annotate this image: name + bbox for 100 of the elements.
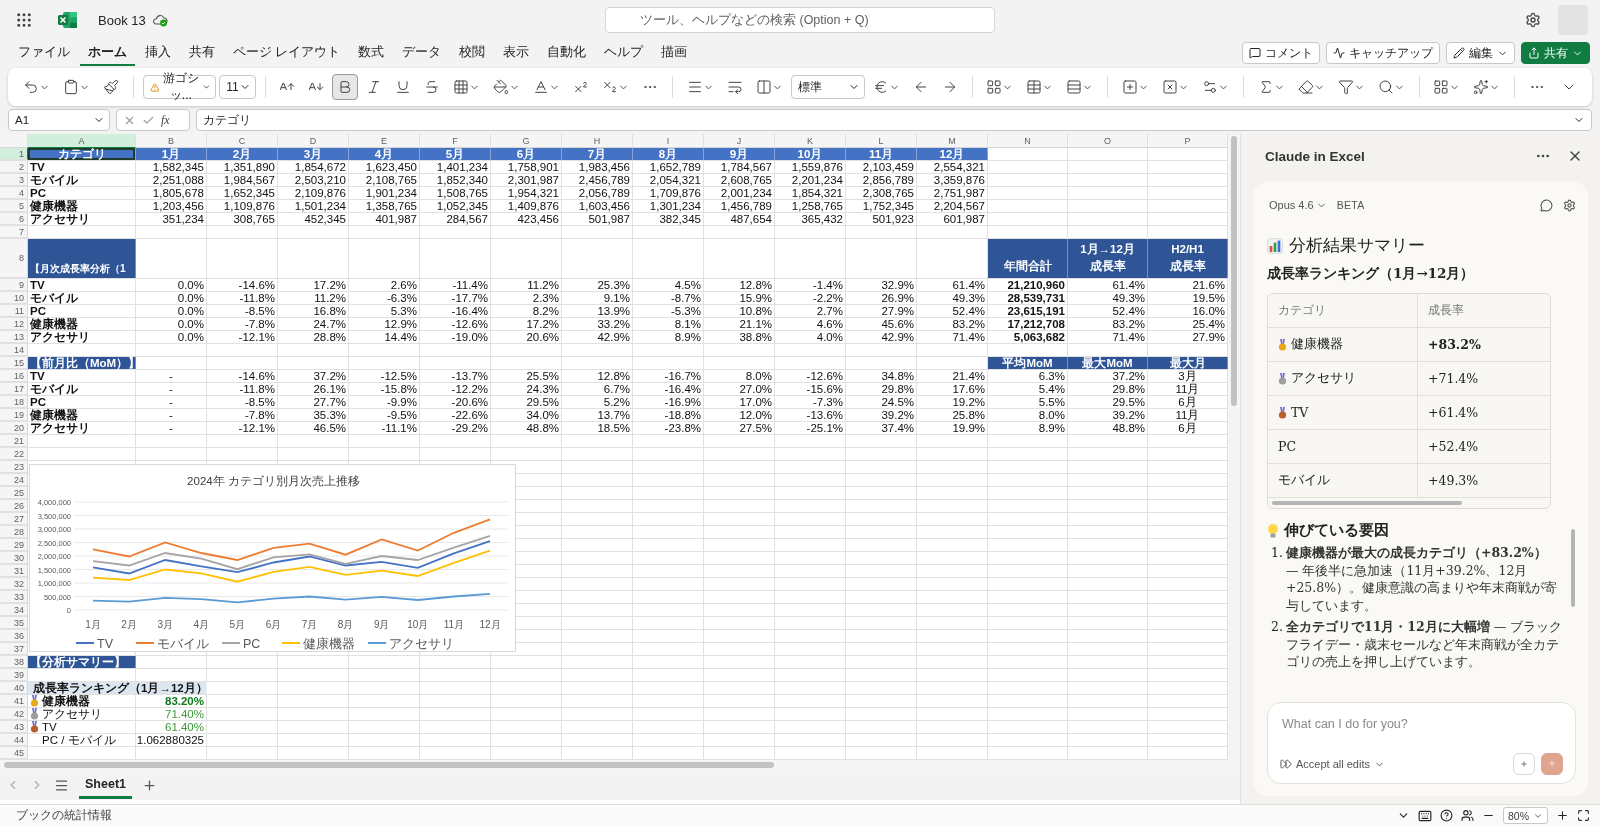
horizontal-scrollbar[interactable] xyxy=(0,760,1240,770)
row-number[interactable]: 12 xyxy=(0,318,28,330)
row-number[interactable]: 11 xyxy=(0,305,28,317)
vertical-scrollbar[interactable] xyxy=(1228,134,1240,760)
row-number[interactable]: 31 xyxy=(0,565,28,577)
zoom-in-icon[interactable] xyxy=(1556,809,1569,822)
column-header[interactable]: H xyxy=(562,134,633,148)
row-number[interactable]: 45 xyxy=(0,747,28,759)
row-number[interactable]: 15 xyxy=(0,357,28,369)
menu-tab[interactable]: 挿入 xyxy=(137,40,179,66)
row-number[interactable]: 16 xyxy=(0,370,28,382)
row-number[interactable]: 41 xyxy=(0,695,28,707)
row-number[interactable]: 42 xyxy=(0,708,28,720)
status-text[interactable]: ブックの統計情報 xyxy=(16,807,112,824)
menu-tab[interactable]: ページ レイアウト xyxy=(225,40,349,66)
prompt-field[interactable]: What can I do for you? xyxy=(1280,713,1563,735)
row-number[interactable]: 40 xyxy=(0,682,28,694)
share-button[interactable]: 共有 xyxy=(1521,42,1590,64)
row-number[interactable]: 39 xyxy=(0,669,28,681)
column-header[interactable]: B xyxy=(136,134,207,148)
name-box[interactable]: A1 xyxy=(8,109,110,131)
settings-icon[interactable] xyxy=(1563,198,1576,212)
row-number[interactable]: 37 xyxy=(0,643,28,655)
zoom-select[interactable]: 80% xyxy=(1503,807,1548,824)
model-selector[interactable]: Opus 4.6 xyxy=(1269,199,1327,211)
row-number[interactable]: 23 xyxy=(0,461,28,473)
edit-button[interactable]: 編集 xyxy=(1446,42,1515,64)
function-label[interactable]: fx xyxy=(161,112,170,128)
help-icon[interactable] xyxy=(1440,809,1453,822)
menu-tab[interactable]: 自動化 xyxy=(539,40,595,66)
people-icon[interactable] xyxy=(1461,809,1474,822)
row-number[interactable]: 34 xyxy=(0,604,28,616)
menu-tab[interactable]: 校閲 xyxy=(451,40,494,66)
column-header[interactable]: G xyxy=(491,134,562,148)
bold-button[interactable] xyxy=(332,74,359,100)
menu-tab[interactable]: 描画 xyxy=(653,40,696,66)
menu-tab[interactable]: 共有 xyxy=(181,40,223,66)
menu-tab[interactable]: 表示 xyxy=(495,40,538,66)
row-number[interactable]: 3 xyxy=(0,174,28,186)
column-header[interactable]: D xyxy=(278,134,349,148)
row-number[interactable]: 4 xyxy=(0,187,28,199)
row-number[interactable]: 17 xyxy=(0,383,28,395)
row-number[interactable]: 36 xyxy=(0,630,28,642)
column-header[interactable]: K xyxy=(775,134,846,148)
chat-icon[interactable] xyxy=(1540,198,1553,212)
row-number[interactable]: 35 xyxy=(0,617,28,629)
sheet-tab[interactable]: Sheet1 xyxy=(79,771,132,799)
keyboard-icon[interactable] xyxy=(1418,808,1432,823)
row-number[interactable]: 21 xyxy=(0,435,28,447)
row-number[interactable]: 38 xyxy=(0,656,28,668)
comment-button[interactable]: コメント xyxy=(1242,42,1320,64)
row-number[interactable]: 8 xyxy=(0,239,28,278)
fullscreen-icon[interactable] xyxy=(1577,809,1590,822)
column-header[interactable]: C xyxy=(207,134,278,148)
row-number[interactable]: 19 xyxy=(0,409,28,421)
row-number[interactable]: 5 xyxy=(0,200,28,212)
row-number[interactable]: 27 xyxy=(0,513,28,525)
column-header[interactable]: M xyxy=(917,134,988,148)
row-number[interactable]: 29 xyxy=(0,539,28,551)
menu-tab[interactable]: ファイル xyxy=(10,40,78,66)
row-number[interactable]: 24 xyxy=(0,474,28,486)
row-number[interactable]: 1 xyxy=(0,148,28,160)
menu-tab[interactable]: ホーム xyxy=(80,40,135,66)
vertical-scrollbar[interactable] xyxy=(1571,529,1575,607)
number-format-select[interactable]: 標準 xyxy=(791,75,865,99)
search-field[interactable]: ツール、ヘルプなどの検索 (Option + Q) xyxy=(605,7,995,33)
row-number[interactable]: 33 xyxy=(0,591,28,603)
column-header[interactable]: L xyxy=(846,134,917,148)
menu-tab[interactable]: データ xyxy=(394,40,450,66)
row-number[interactable]: 32 xyxy=(0,578,28,590)
column-header[interactable]: J xyxy=(704,134,775,148)
row-number[interactable]: 25 xyxy=(0,487,28,499)
row-number[interactable]: 9 xyxy=(0,279,28,291)
row-number[interactable]: 6 xyxy=(0,213,28,225)
font-size-select[interactable]: 11 xyxy=(219,75,256,99)
row-number[interactable]: 20 xyxy=(0,422,28,434)
add-sheet-icon[interactable] xyxy=(142,777,157,793)
column-header[interactable]: A xyxy=(28,134,136,148)
column-header[interactable]: N xyxy=(988,134,1068,148)
column-header[interactable]: O xyxy=(1068,134,1148,148)
column-header[interactable]: P xyxy=(1148,134,1228,148)
column-header[interactable]: E xyxy=(349,134,420,148)
row-number[interactable]: 28 xyxy=(0,526,28,538)
menu-tab[interactable]: ヘルプ xyxy=(596,40,652,66)
catchup-button[interactable]: キャッチアップ xyxy=(1326,42,1440,64)
row-number[interactable]: 22 xyxy=(0,448,28,460)
menu-tab[interactable]: 数式 xyxy=(350,40,393,66)
row-number[interactable]: 10 xyxy=(0,292,28,304)
menu-icon[interactable] xyxy=(54,777,69,793)
row-number[interactable]: 26 xyxy=(0,500,28,512)
row-number[interactable]: 30 xyxy=(0,552,28,564)
accept-edits-button[interactable]: Accept all edits xyxy=(1280,758,1507,770)
column-header[interactable]: I xyxy=(633,134,704,148)
row-number[interactable]: 7 xyxy=(0,226,28,238)
row-number[interactable]: 2 xyxy=(0,161,28,173)
table-scrollbar[interactable] xyxy=(1272,501,1462,505)
column-header[interactable]: F xyxy=(420,134,491,148)
row-number[interactable]: 14 xyxy=(0,344,28,356)
row-number[interactable]: 43 xyxy=(0,721,28,733)
row-number[interactable]: 44 xyxy=(0,734,28,746)
